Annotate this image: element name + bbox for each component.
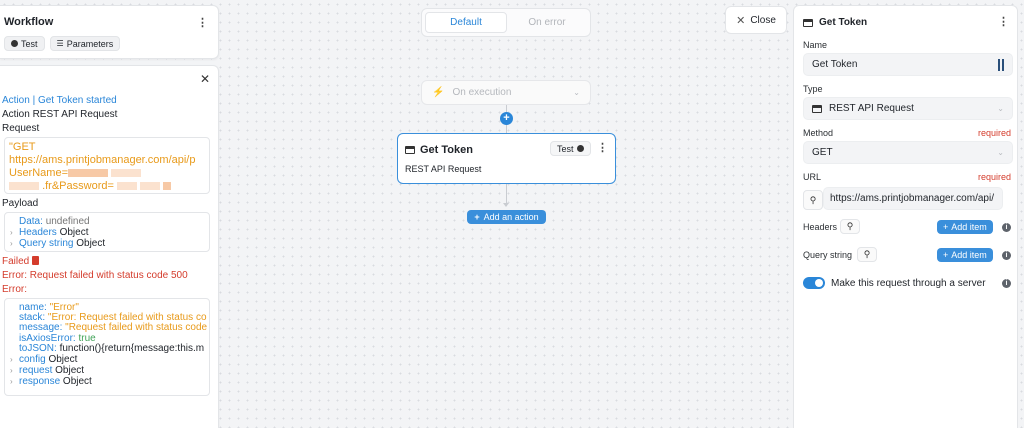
payload-label: Payload	[2, 198, 39, 209]
workflow-menu-icon[interactable]: ⋮	[197, 18, 208, 29]
caret-right-icon: ›	[10, 366, 13, 375]
url-input[interactable]: https://ams.printjobmanager.com/api/	[823, 187, 1003, 210]
close-log-icon[interactable]: ✕	[200, 72, 210, 86]
payload-data: Data: undefined	[19, 216, 90, 227]
add-action-button[interactable]: + Add an action	[467, 210, 546, 224]
tab-default[interactable]: Default	[425, 12, 507, 33]
arrow-down-icon	[503, 203, 509, 207]
caret-right-icon: ›	[10, 239, 13, 248]
action-node-get-token[interactable]: Get Token Test ⋮ REST API Request	[397, 133, 616, 184]
headers-plug-icon[interactable]: ⚲	[840, 219, 860, 234]
node-subtitle: REST API Request	[405, 164, 482, 174]
window-icon	[812, 104, 822, 113]
node-menu-icon[interactable]: ⋮	[597, 143, 608, 154]
lightning-icon: ⚡	[432, 87, 445, 98]
name-input[interactable]: Get Token	[803, 53, 1013, 76]
test-label: Test	[21, 38, 38, 49]
properties-panel: Get Token ⋮ Name Get Token Type REST API…	[793, 5, 1018, 428]
server-toggle-label: Make this request through a server	[831, 278, 986, 289]
failed-label: Failed	[2, 256, 40, 268]
request-line-4: .fr&Password=	[42, 180, 114, 192]
variable-picker-icon[interactable]	[998, 58, 1004, 71]
method-select[interactable]: GET ⌄	[803, 141, 1013, 164]
error-message: Error: Request failed with status code 5…	[2, 270, 188, 281]
trigger-node[interactable]: ⚡ On execution ⌄	[421, 80, 591, 105]
url-required: required	[978, 172, 1012, 182]
parameters-label: Parameters	[66, 38, 114, 49]
flow-tabs: Default On error	[421, 8, 591, 37]
play-icon	[11, 40, 18, 47]
node-title: Get Token	[420, 144, 473, 156]
error-response[interactable]: › response Object	[10, 377, 92, 387]
type-label: Type	[803, 84, 823, 94]
type-select[interactable]: REST API Request ⌄	[803, 97, 1013, 120]
headers-info-icon[interactable]: i	[1002, 223, 1011, 232]
method-label: Method	[803, 128, 834, 138]
trigger-label: On execution	[452, 87, 512, 98]
log-panel: ✕ Action | Get Token started Action REST…	[0, 65, 219, 428]
error-tojson: toJSON: function(){return{message:this.m	[19, 343, 205, 354]
request-line-2: https://ams.printjobmanager.com/api/p	[9, 154, 196, 166]
payload-headers[interactable]: › Headers Object	[10, 228, 89, 238]
play-icon	[576, 145, 584, 152]
window-icon	[405, 146, 415, 154]
close-button[interactable]: ✕ Close	[725, 6, 787, 34]
log-started: Action | Get Token started	[2, 95, 117, 106]
error-request[interactable]: › request Object	[10, 366, 84, 376]
tab-on-error[interactable]: On error	[507, 12, 587, 33]
headers-add-item-button[interactable]: + Add item	[937, 220, 993, 234]
connector-line	[506, 125, 507, 133]
query-info-icon[interactable]: i	[1002, 251, 1011, 260]
error-box: name: "Error" stack: "Error: Request fai…	[4, 298, 210, 396]
payload-query[interactable]: › Query string Object	[10, 239, 105, 249]
server-toggle[interactable]	[803, 277, 825, 289]
window-icon	[803, 18, 813, 27]
error-msg-field: message: "Request failed with status cod…	[19, 322, 208, 333]
url-label: URL	[803, 172, 822, 182]
plus-icon: +	[474, 212, 480, 222]
chevron-down-icon: ⌄	[997, 104, 1004, 113]
log-action-type: Action REST API Request	[2, 109, 118, 120]
chevron-down-icon: ⌄	[573, 88, 580, 97]
close-icon: ✕	[736, 14, 746, 27]
query-plug-icon[interactable]: ⚲	[857, 247, 877, 262]
caret-right-icon: ›	[10, 355, 13, 364]
plus-icon: +	[943, 222, 949, 232]
method-required: required	[978, 128, 1012, 138]
panel-menu-icon[interactable]: ⋮	[998, 17, 1009, 28]
panel-title: Get Token	[819, 17, 868, 28]
query-label: Query string	[803, 250, 853, 260]
caret-right-icon: ›	[10, 377, 13, 386]
name-label: Name	[803, 40, 828, 50]
error-config[interactable]: › config Object	[10, 355, 77, 365]
chevron-down-icon: ⌄	[997, 148, 1004, 157]
node-test-button[interactable]: Test	[550, 141, 591, 156]
error-label: Error:	[2, 284, 27, 295]
url-plug-icon[interactable]: ⚲	[803, 190, 823, 210]
server-info-icon[interactable]: i	[1002, 279, 1011, 288]
workflow-card: Workflow ⋮ Test ☰ Parameters	[0, 5, 219, 59]
error-badge-icon	[32, 256, 40, 265]
test-button[interactable]: Test	[4, 36, 45, 51]
request-line-1: "GET	[9, 141, 36, 153]
request-line-3: UserName=	[9, 167, 68, 179]
request-box: "GET https://ams.printjobmanager.com/api…	[4, 137, 210, 194]
parameters-button[interactable]: ☰ Parameters	[49, 36, 121, 51]
headers-label: Headers	[803, 222, 838, 232]
payload-box: Data: undefined › Headers Object › Query s…	[4, 212, 210, 252]
workflow-title: Workflow	[4, 16, 54, 28]
insert-step-button[interactable]: +	[500, 112, 513, 125]
log-request-label: Request	[2, 123, 40, 134]
plus-icon: +	[943, 250, 949, 260]
database-icon: ☰	[56, 39, 64, 48]
caret-right-icon: ›	[10, 228, 13, 237]
query-add-item-button[interactable]: + Add item	[937, 248, 993, 262]
